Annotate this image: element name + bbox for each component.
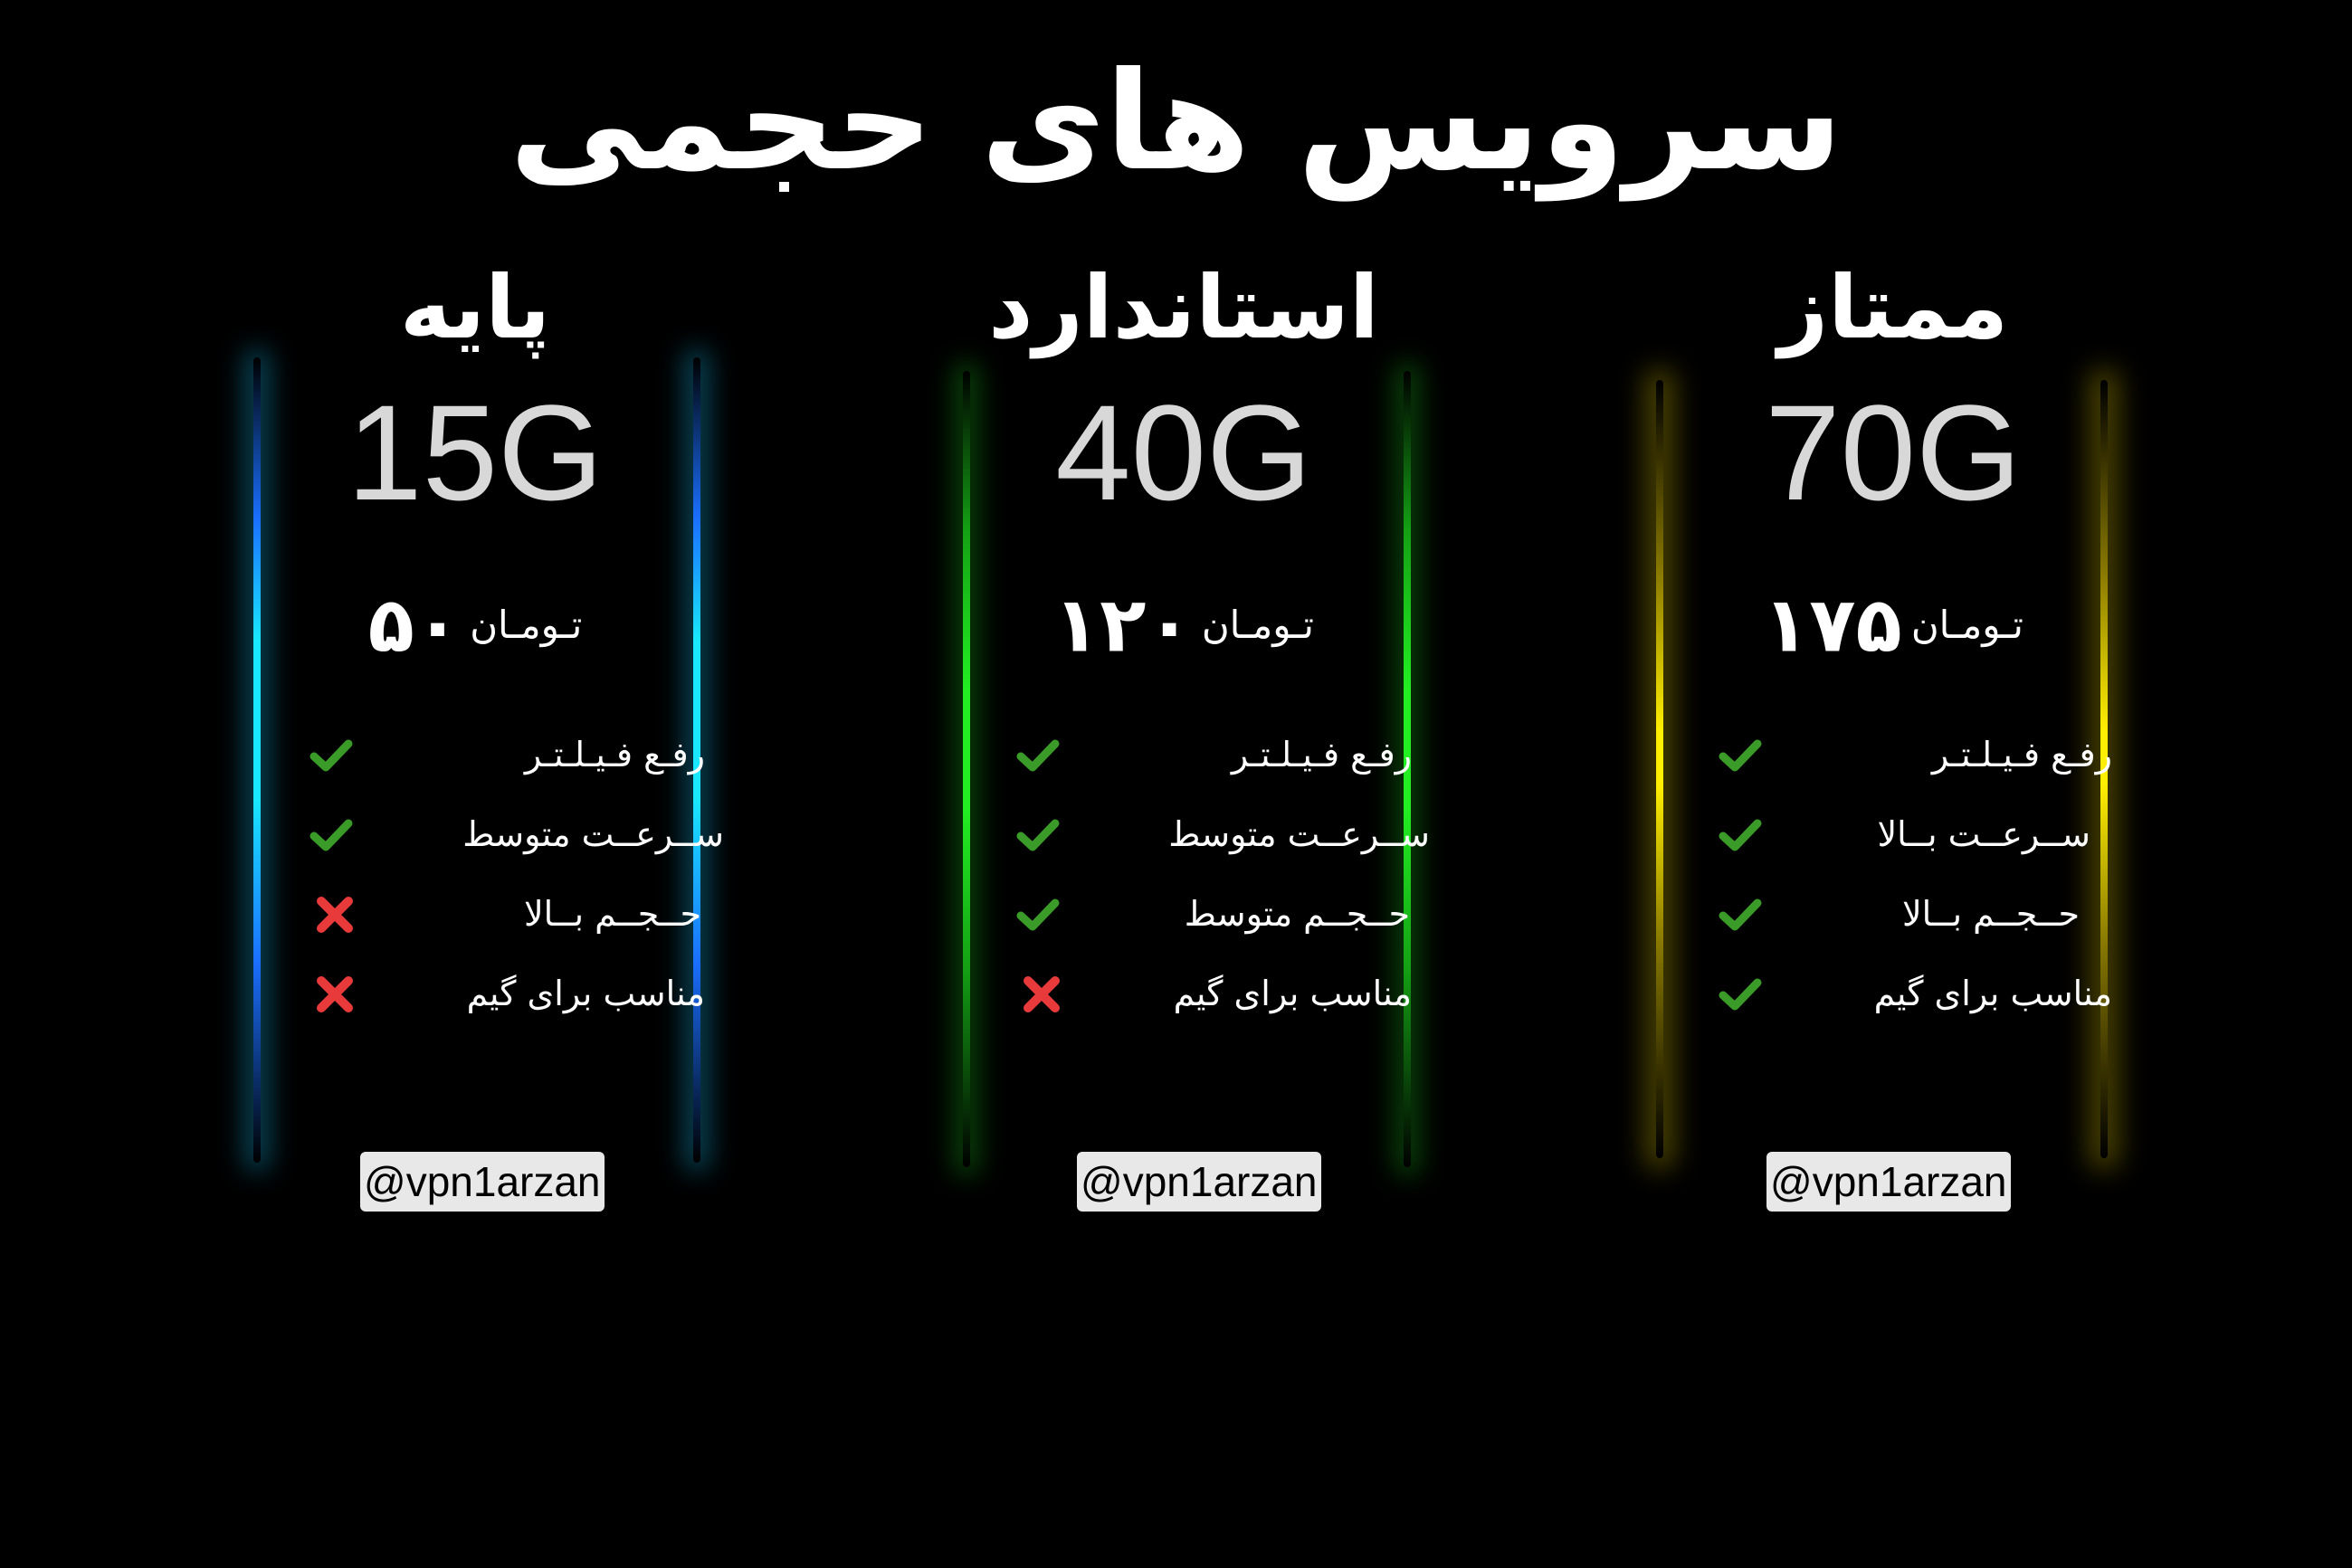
feature-list: رفـع فـیـلـتـر ســرعــت متوسط حــجــم بـ…	[158, 715, 792, 1033]
feature-label: حــجــم متوسط	[1184, 894, 1410, 934]
feature-item: حــجــم بــالا	[1576, 874, 2210, 954]
plan-card-basic: پایه 15G تـومـان۵۰ رفـع فـیـلـتـر ســرعـ…	[158, 244, 792, 1240]
feature-label: ســرعــت متوسط	[1168, 814, 1430, 854]
plan-price: تـومـان۵۰	[158, 575, 792, 675]
telegram-handle[interactable]: @vpn1arzan	[1766, 1152, 2011, 1212]
cross-icon	[317, 897, 353, 933]
check-icon	[309, 739, 353, 772]
check-icon	[1016, 819, 1060, 851]
page-title: سرویس های حجمی	[509, 43, 1843, 201]
feature-item: مناسب برای گیم	[1576, 954, 2210, 1033]
feature-item: ســرعــت متوسط	[158, 794, 792, 874]
feature-label: حــجــم بــالا	[523, 894, 701, 934]
price-unit: تـومـان	[470, 602, 583, 647]
plan-name: ممتاز	[1777, 257, 2009, 358]
check-icon	[1719, 898, 1762, 931]
feature-label: رفـع فـیـلـتـر	[1931, 735, 2112, 774]
feature-item: رفـع فـیـلـتـر	[158, 715, 792, 794]
feature-list: رفـع فـیـلـتـر ســرعــت متوسط حــجــم مت…	[867, 715, 1500, 1033]
feature-item: مناسب برای گیم	[158, 954, 792, 1033]
feature-item: مناسب برای گیم	[867, 954, 1500, 1033]
check-icon	[1719, 819, 1762, 851]
feature-item: رفـع فـیـلـتـر	[867, 715, 1500, 794]
cross-icon	[1024, 976, 1060, 1012]
feature-label: ســرعــت متوسط	[462, 814, 724, 854]
feature-list: رفـع فـیـلـتـر ســرعــت بــالا حــجــم ب…	[1576, 715, 2210, 1033]
plan-name: استاندارد	[988, 257, 1379, 358]
plan-price: تـومـان۱۷۵	[1576, 575, 2210, 675]
feature-label: مناسب برای گیم	[466, 974, 705, 1013]
feature-label: مناسب برای گیم	[1173, 974, 1412, 1013]
plan-volume: 70G	[1765, 376, 2022, 528]
check-icon	[1719, 739, 1762, 772]
plan-card-premium: ممتاز 70G تـومـان۱۷۵ رفـع فـیـلـتـر ســر…	[1576, 244, 2210, 1240]
feature-item: حــجــم متوسط	[867, 874, 1500, 954]
check-icon	[1719, 978, 1762, 1011]
check-icon	[1016, 898, 1060, 931]
plan-card-standard: استاندارد 40G تـومـان۱۲۰ رفـع فـیـلـتـر …	[867, 244, 1500, 1240]
feature-label: رفـع فـیـلـتـر	[1231, 735, 1412, 774]
feature-label: حــجــم بــالا	[1901, 894, 2080, 934]
feature-item: رفـع فـیـلـتـر	[1576, 715, 2210, 794]
price-unit: تـومـان	[1201, 602, 1314, 647]
feature-label: ســرعــت بــالا	[1877, 814, 2091, 854]
price-amount: ۱۲۰	[1053, 580, 1193, 670]
cross-icon	[317, 976, 353, 1012]
plan-name: پایه	[399, 257, 551, 358]
plan-volume: 15G	[347, 376, 604, 528]
plan-volume: 40G	[1055, 376, 1312, 528]
feature-label: مناسب برای گیم	[1873, 974, 2112, 1013]
check-icon	[1016, 739, 1060, 772]
telegram-handle[interactable]: @vpn1arzan	[360, 1152, 605, 1212]
price-unit: تـومـان	[1910, 602, 2023, 647]
check-icon	[309, 819, 353, 851]
price-amount: ۵۰	[367, 580, 462, 670]
feature-item: ســرعــت متوسط	[867, 794, 1500, 874]
feature-item: حــجــم بــالا	[158, 874, 792, 954]
feature-label: رفـع فـیـلـتـر	[524, 735, 705, 774]
telegram-handle[interactable]: @vpn1arzan	[1077, 1152, 1321, 1212]
price-amount: ۱۷۵	[1763, 580, 1902, 670]
feature-item: ســرعــت بــالا	[1576, 794, 2210, 874]
plan-price: تـومـان۱۲۰	[867, 575, 1500, 675]
